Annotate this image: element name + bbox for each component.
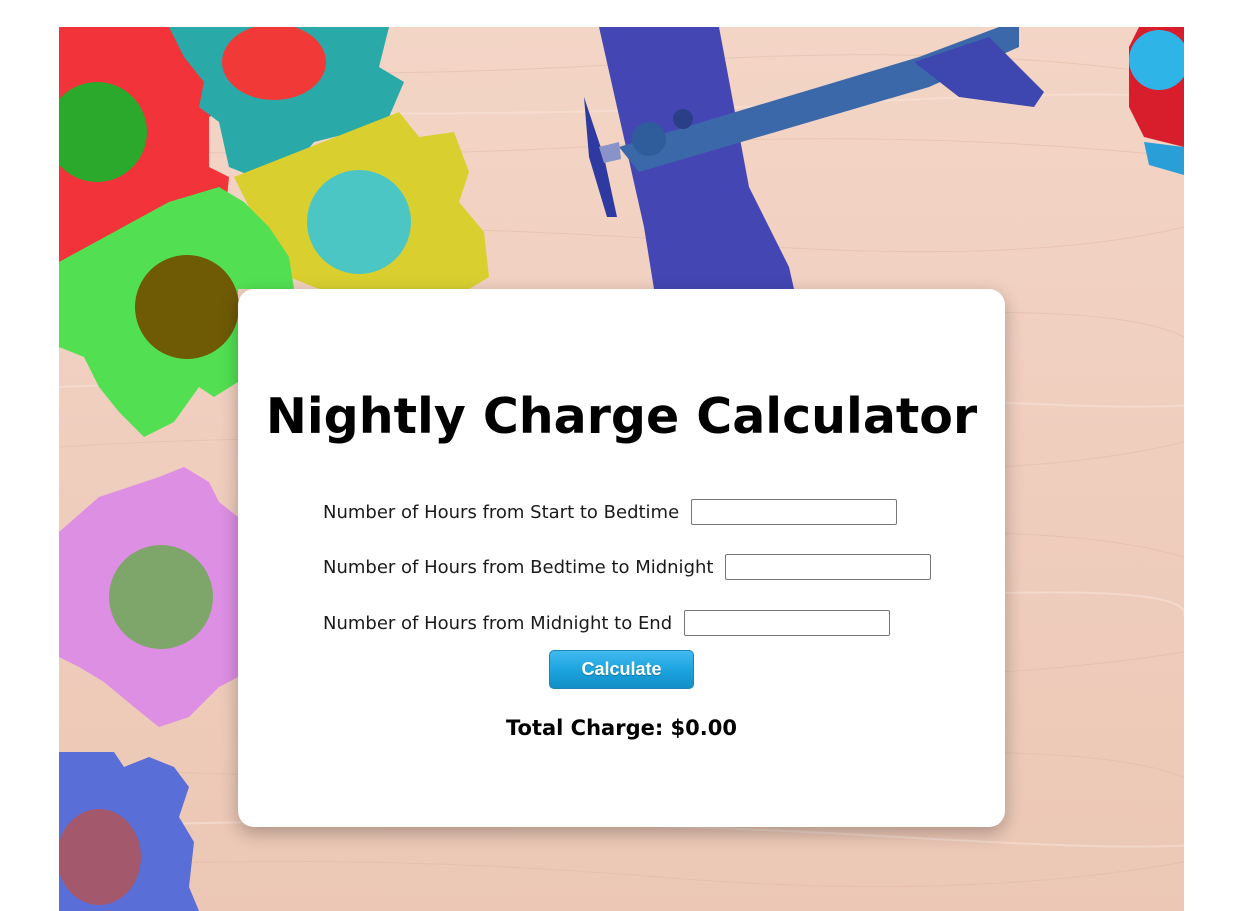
blue-puzzle-tile: [59, 752, 199, 911]
toy-rings: [1129, 27, 1184, 175]
bedtime-to-midnight-label: Number of Hours from Bedtime to Midnight: [323, 556, 714, 578]
start-to-bedtime-row: Number of Hours from Start to Bedtime: [323, 497, 898, 527]
toy-airplane: [584, 27, 1044, 289]
calculate-button[interactable]: Calculate: [549, 650, 694, 689]
midnight-to-end-label: Number of Hours from Midnight to End: [323, 612, 673, 634]
pink-puzzle-tile: [59, 467, 238, 727]
page-title: Nightly Charge Calculator: [265, 388, 978, 445]
midnight-to-end-input[interactable]: [684, 610, 891, 636]
start-to-bedtime-label: Number of Hours from Start to Bedtime: [323, 501, 680, 523]
page: Nightly Charge Calculator Number of Hour…: [0, 0, 1244, 911]
total-charge-text: Total Charge: $0.00: [506, 716, 737, 740]
start-to-bedtime-input[interactable]: [691, 499, 898, 525]
calculator-card: Nightly Charge Calculator Number of Hour…: [238, 289, 1005, 827]
midnight-to-end-row: Number of Hours from Midnight to End: [323, 608, 891, 638]
bedtime-to-midnight-input[interactable]: [725, 554, 932, 580]
bedtime-to-midnight-row: Number of Hours from Bedtime to Midnight: [323, 552, 932, 582]
